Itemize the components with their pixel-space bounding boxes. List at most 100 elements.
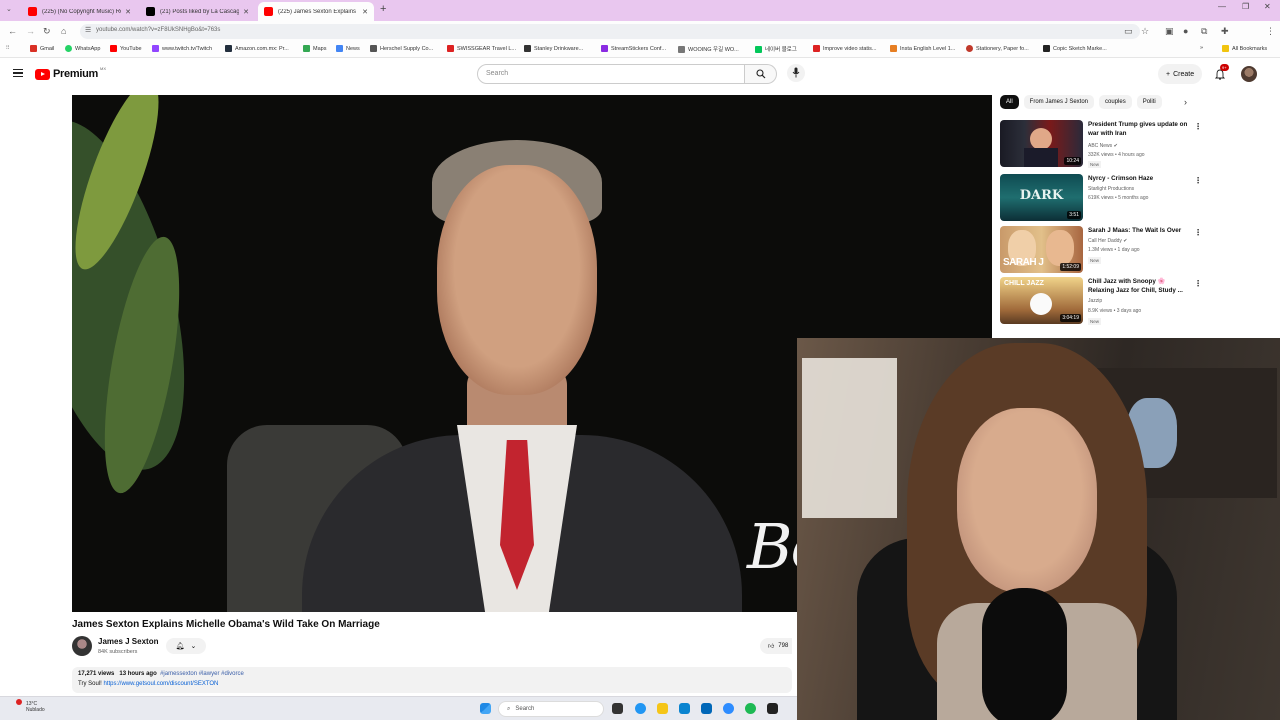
close-tab-icon[interactable]: ✕ (362, 8, 368, 16)
obs-icon[interactable] (767, 703, 778, 714)
windows-taskbar: 13°C Nublado ⌕ Search (0, 696, 797, 720)
close-tab-icon[interactable]: ✕ (243, 8, 249, 16)
puzzle-icon[interactable]: ✚ (1221, 26, 1229, 37)
edge-icon[interactable] (679, 703, 690, 714)
like-button[interactable]: 👍︎ 798 (760, 638, 793, 654)
window-close-icon[interactable]: ✕ (1264, 2, 1271, 11)
extension-icon[interactable]: ● (1183, 26, 1188, 36)
forward-icon[interactable]: → (26, 26, 35, 36)
browser-tab-3-active[interactable]: (225) James Sexton Explains M ✕ (258, 2, 374, 21)
create-button[interactable]: + Create (1158, 64, 1203, 84)
recommended-video[interactable]: CHILL JAZZ 3:04:19 Chill Jazz with Snoop… (1000, 277, 1202, 325)
recommended-video[interactable]: DARK 3:51 Nyrcy - Crimson Haze Starlight… (1000, 174, 1202, 222)
insta-english-icon (890, 45, 897, 52)
taskbar-search[interactable]: ⌕ Search (498, 701, 604, 717)
subscribed-notification-button[interactable]: 🔔︎ ⌄ (166, 638, 206, 654)
bookmark-label: WOOING 우길 WO... (688, 47, 739, 53)
more-actions-icon[interactable]: ⋮ (1194, 176, 1202, 185)
chip-from-channel[interactable]: From James J Sexton (1023, 95, 1095, 109)
youtube-masthead: Premium MX Search + Create 9+ (0, 58, 1280, 92)
channel-name[interactable]: James J Sexton (98, 637, 158, 646)
bookmark-label: Insta English Level 1... (900, 45, 956, 52)
description-box[interactable]: 17,271 views 13 hours ago #jamessexton #… (72, 667, 792, 693)
extension-icon[interactable]: ▣ (1165, 26, 1174, 37)
recommended-meta: 8.9K views • 3 days ago (1088, 308, 1142, 314)
apps-icon[interactable]: ⁝⁝ (6, 45, 10, 51)
bookmark-gmail[interactable]: Gmail (30, 45, 54, 52)
store-icon[interactable] (701, 703, 712, 714)
tab-search-icon[interactable]: ⌄ (6, 5, 12, 13)
bookmark-star-icon[interactable]: ☆ (1141, 26, 1149, 37)
bookmark-label: Improve video statis... (823, 45, 877, 52)
more-actions-icon[interactable]: ⋮ (1194, 122, 1202, 131)
thumbnail-face (1030, 128, 1052, 150)
bookmark-amazon[interactable]: Amazon.com.mx: Pr... (225, 45, 289, 52)
more-bookmarks-icon[interactable]: » (1200, 45, 1203, 51)
weather-widget[interactable]: 13°C Nublado (10, 699, 45, 713)
bookmark-naver[interactable]: 네이버 블로그 (755, 45, 797, 53)
bookmark-herschel[interactable]: Herschel Supply Co... (370, 45, 433, 52)
url-text[interactable]: youtube.com/watch?v=zF8UkSNHgBo&t=763s (96, 27, 220, 33)
more-actions-icon[interactable]: ⋮ (1194, 279, 1202, 288)
chevron-right-icon[interactable]: › (1184, 97, 1187, 107)
bookmark-streamstickers[interactable]: StreamStickers Conf... (601, 45, 666, 52)
bookmark-swissgear[interactable]: SWISSGEAR Travel L... (447, 45, 516, 52)
file-explorer-icon[interactable] (657, 703, 668, 714)
windows-start-icon[interactable] (480, 703, 491, 714)
zoom-icon[interactable] (723, 703, 734, 714)
bookmark-label: Gmail (40, 45, 55, 52)
extension-icon[interactable]: ⧉ (1201, 26, 1207, 37)
recommended-video[interactable]: 10:24 President Trump gives update on wa… (1000, 120, 1202, 168)
bookmark-maps[interactable]: Maps (303, 45, 326, 52)
guide-menu-icon[interactable] (13, 69, 23, 77)
video-thumbnail[interactable]: SARAH J 1:52:09 (1000, 226, 1083, 273)
menu-dots-icon[interactable]: ⋮ (1266, 26, 1275, 37)
chip-couples[interactable]: couples (1099, 95, 1132, 109)
bookmark-news[interactable]: News (336, 45, 360, 52)
site-info-icon[interactable]: ☰ (85, 26, 91, 34)
browser-tab-2[interactable]: (21) Posts liked by La Cascagio ✕ (140, 2, 255, 21)
spotify-icon[interactable] (745, 703, 756, 714)
video-thumbnail[interactable]: DARK 3:51 (1000, 174, 1083, 221)
video-thumbnail[interactable]: CHILL JAZZ 3:04:19 (1000, 277, 1083, 324)
bookmark-wooing[interactable]: WOOING 우길 WO... (678, 45, 739, 53)
channel-avatar[interactable] (72, 636, 92, 656)
task-view-icon[interactable] (612, 703, 623, 714)
all-bookmarks[interactable]: All Bookmarks (1222, 45, 1267, 52)
bookmark-insta-english[interactable]: Insta English Level 1... (890, 45, 955, 52)
bookmark-copic[interactable]: Copic Sketch Marke... (1043, 45, 1107, 52)
bookmark-twitch[interactable]: www.twitch.tv/Twitch (152, 45, 212, 52)
hashtags[interactable]: #jamessexton #lawyer #divorce (160, 671, 244, 677)
install-icon[interactable]: ▭ (1124, 26, 1133, 37)
bookmark-whatsapp[interactable]: WhatsApp (65, 45, 100, 52)
search-button[interactable] (745, 64, 777, 84)
chip-politics[interactable]: Politi (1136, 95, 1162, 109)
search-input[interactable]: Search (477, 64, 745, 84)
minimize-icon[interactable]: — (1218, 2, 1226, 11)
bookmark-stationery[interactable]: Stationery, Paper fo... (966, 45, 1029, 52)
stanley-icon (524, 45, 531, 52)
youtube-premium-logo[interactable]: Premium MX (35, 66, 106, 80)
more-actions-icon[interactable]: ⋮ (1194, 228, 1202, 237)
video-thumbnail[interactable]: 10:24 (1000, 120, 1083, 167)
bookmark-youtube[interactable]: YouTube (110, 45, 142, 52)
account-avatar[interactable] (1241, 66, 1257, 82)
recommended-video[interactable]: SARAH J 1:52:09 Sarah J Maas: The Wait I… (1000, 226, 1202, 274)
notifications-button[interactable]: 9+ (1214, 64, 1229, 85)
chip-all[interactable]: All (1000, 95, 1019, 109)
recommended-meta: 619K views • 5 months ago (1088, 195, 1149, 201)
reload-icon[interactable]: ↻ (43, 26, 51, 37)
voice-search-button[interactable] (787, 64, 805, 82)
wooing-icon (678, 45, 685, 53)
promo-link[interactable]: https://www.getsoul.com/discount/SEXTON (103, 681, 218, 687)
omnibox[interactable]: ☰ youtube.com/watch?v=zF8UkSNHgBo&t=763s (80, 24, 1140, 39)
browser-tab-1[interactable]: (225) (No Copyright Music) Ro ✕ (22, 2, 137, 21)
back-icon[interactable]: ← (8, 26, 17, 36)
new-tab-button[interactable]: + (380, 3, 386, 15)
chrome-icon[interactable] (635, 703, 646, 714)
bookmark-stanley[interactable]: Stanley Drinkware... (524, 45, 583, 52)
bookmark-video-stats[interactable]: Improve video statis... (813, 45, 877, 52)
close-tab-icon[interactable]: ✕ (125, 8, 131, 16)
restore-icon[interactable]: ❐ (1242, 2, 1249, 11)
home-icon[interactable]: ⌂ (61, 26, 66, 36)
